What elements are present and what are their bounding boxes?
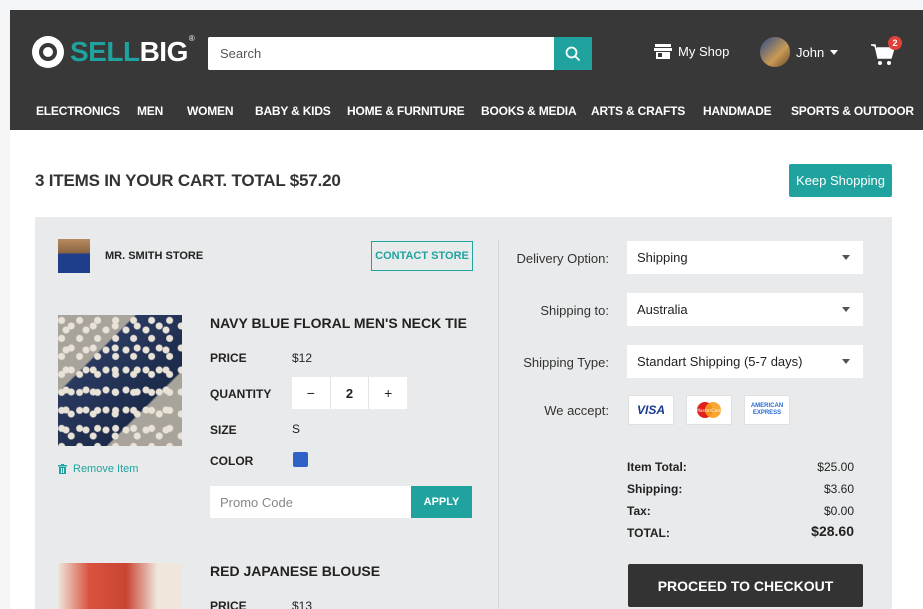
category-baby-kids[interactable]: BABY & KIDS [255,104,331,118]
product-image-blouse[interactable] [58,563,182,609]
shipping-type-select[interactable]: Standart Shipping (5-7 days) [627,345,863,378]
trash-icon [58,464,67,474]
shipping-type-label: Shipping Type: [523,355,609,370]
price-label: PRICE [210,599,247,609]
top-header: SELLBIG ® My Shop John 2 ELECTRONICS MEN [10,10,923,130]
delivery-option-select[interactable]: Shipping [627,241,863,274]
logo-mark-icon [32,36,64,68]
cart-panel: MR. SMITH STORE CONTACT STORE Remove Ite… [35,217,892,609]
quantity-value[interactable]: 2 [329,377,370,409]
category-women[interactable]: WOMEN [187,104,234,118]
shipping-to-value: Australia [637,302,688,317]
my-shop-link[interactable]: My Shop [654,44,729,59]
quantity-stepper: − 2 + [292,377,407,409]
color-swatch[interactable] [293,452,308,467]
category-sports-outdoor[interactable]: SPORTS & OUTDOOR [791,104,914,118]
shipping-cost-value: $3.60 [823,482,854,496]
size-label: SIZE [210,423,237,437]
quantity-increase-button[interactable]: + [369,377,407,409]
item-total-label: Item Total: [627,460,687,474]
category-nav: ELECTRONICS MEN WOMEN BABY & KIDS HOME &… [10,93,923,130]
cart-button[interactable]: 2 [870,36,902,70]
price-value: $12 [292,351,313,365]
product-image-neck-tie[interactable] [58,315,182,446]
my-shop-label: My Shop [678,44,730,59]
search-input[interactable] [208,37,553,70]
quantity-label: QUANTITY [210,387,272,401]
amex-card-icon: AMERICAN EXPRESS [744,395,790,425]
shop-icon [654,44,672,59]
remove-item-label: Remove Item [73,463,139,475]
color-label: COLOR [210,454,254,468]
total-label: TOTAL: [627,526,670,540]
delivery-option-label: Delivery Option: [516,251,609,266]
tax-label: Tax: [627,504,651,518]
mastercard-icon: MasterCard [686,395,732,425]
chevron-down-icon [842,255,850,260]
category-home-furniture[interactable]: HOME & FURNITURE [347,104,465,118]
logo-big: BIG [139,36,189,67]
price-label: PRICE [210,351,247,365]
contact-store-button[interactable]: CONTACT STORE [371,241,473,271]
search-button[interactable] [554,37,592,70]
chevron-down-icon [830,49,839,55]
cart-summary-title: 3 ITEMS IN YOUR CART. TOTAL $57.20 [35,171,341,190]
category-handmade[interactable]: HANDMADE [703,104,772,118]
amex-line2: EXPRESS [752,410,782,416]
shipping-type-value: Standart Shipping (5-7 days) [637,354,803,369]
mastercard-wordmark: MasterCard [696,408,722,414]
visa-card-icon: VISA [628,395,674,425]
keep-shopping-button[interactable]: Keep Shopping [789,164,892,197]
user-menu[interactable]: John [760,37,839,67]
product-name[interactable]: RED JAPANESE BLOUSE [210,563,380,579]
remove-item-button[interactable]: Remove Item [58,463,138,475]
price-value: $13 [292,599,313,609]
proceed-to-checkout-button[interactable]: PROCEED TO CHECKOUT [628,564,863,607]
column-divider [498,241,499,609]
visa-text: VISA [636,403,665,417]
apply-promo-button[interactable]: APPLY [411,486,472,518]
logo-registered: ® [188,34,195,43]
product-name[interactable]: NAVY BLUE FLORAL MEN'S NECK TIE [210,315,467,331]
amex-line1: AMERICAN [750,403,784,409]
search-icon [565,46,581,61]
shipping-to-select[interactable]: Australia [627,293,863,326]
category-men[interactable]: MEN [137,104,163,118]
total-value: $28.60 [811,523,854,539]
user-name: John [796,44,825,60]
store-avatar [58,239,90,273]
item-total-value: $25.00 [817,460,854,474]
chevron-down-icon [842,359,850,364]
page: SELLBIG ® My Shop John 2 ELECTRONICS MEN [10,10,923,609]
shipping-cost-label: Shipping: [627,482,683,496]
mastercard-logo: MasterCard [696,402,722,418]
category-arts-crafts[interactable]: ARTS & CRAFTS [591,104,685,118]
cart-count-badge: 2 [888,36,902,50]
category-books-media[interactable]: BOOKS & MEDIA [481,104,577,118]
category-electronics[interactable]: ELECTRONICS [36,104,120,118]
logo-sell: SELL [70,36,140,67]
promo-code-input[interactable] [210,486,411,518]
delivery-option-value: Shipping [637,250,688,265]
chevron-down-icon [842,307,850,312]
store-name: MR. SMITH STORE [105,250,204,262]
size-value: S [292,422,301,436]
amex-text: AMERICAN EXPRESS [751,403,783,417]
quantity-decrease-button[interactable]: − [292,377,330,409]
tax-value: $0.00 [823,504,854,518]
we-accept-label: We accept: [544,403,609,418]
shipping-to-label: Shipping to: [540,303,609,318]
search-bar [208,37,592,70]
logo-text: SELLBIG [70,36,188,68]
user-avatar [760,37,790,67]
logo[interactable]: SELLBIG ® [32,32,195,72]
